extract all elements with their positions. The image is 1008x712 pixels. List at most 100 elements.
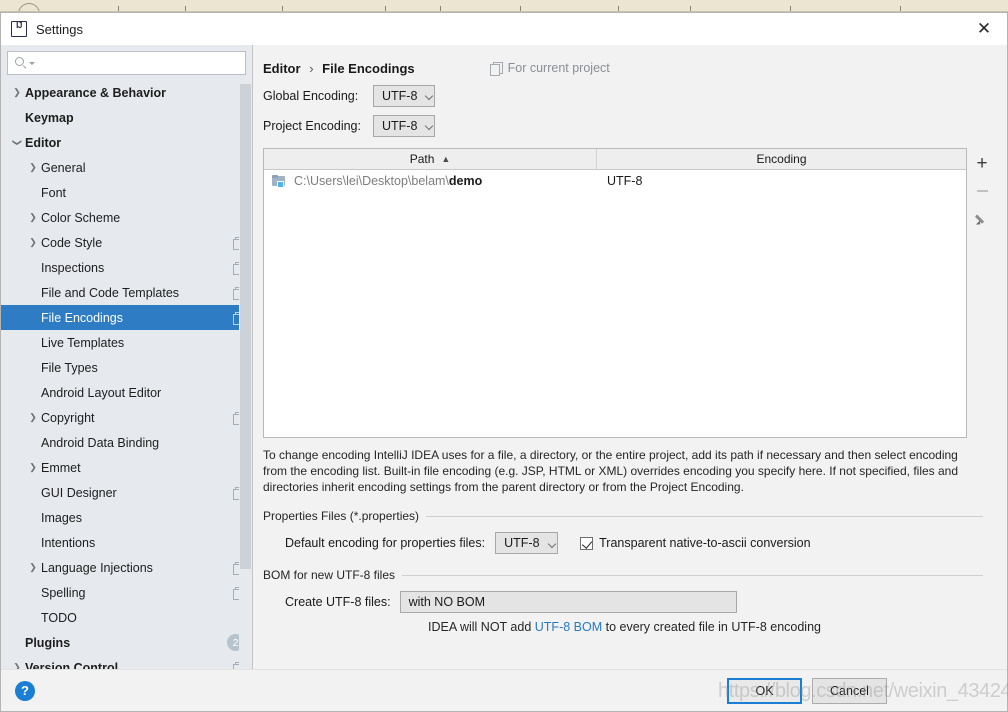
global-encoding-label: Global Encoding: xyxy=(263,88,359,103)
settings-sidebar: ❯ Appearance & Behavior Keymap ❯ Editor ❯ Gene… xyxy=(1,45,253,669)
sidebar-item-keymap[interactable]: Keymap xyxy=(1,105,252,130)
create-utf8-files-row: Create UTF-8 files: with NO BOM xyxy=(285,591,997,613)
sidebar-item-general[interactable]: ❯ General xyxy=(1,155,252,180)
sidebar-item-color-scheme[interactable]: ❯ Color Scheme xyxy=(1,205,252,230)
table-cell-encoding[interactable]: UTF-8 xyxy=(597,174,966,188)
table-cell-path-prefix: C:\Users\lei\Desktop\belam\ xyxy=(294,174,449,188)
global-encoding-dropdown[interactable]: UTF-8 xyxy=(373,84,435,107)
table-cell-path-leaf: demo xyxy=(448,174,483,188)
search-input[interactable] xyxy=(35,53,245,73)
chevron-right-icon[interactable]: ❯ xyxy=(25,162,41,173)
table-column-header-encoding-label: Encoding xyxy=(756,152,807,166)
create-utf8-files-dropdown[interactable]: with NO BOM xyxy=(399,591,737,613)
scope-hint-label: For current project xyxy=(507,61,610,75)
settings-tree-items: ❯ Appearance & Behavior Keymap ❯ Editor ❯ Gene… xyxy=(1,80,252,669)
sidebar-item-editor[interactable]: ❯ Editor xyxy=(1,130,252,155)
table-row[interactable]: C:\Users\lei\Desktop\belam\ demo UTF-8 xyxy=(264,170,966,192)
project-encoding-dropdown[interactable]: UTF-8 xyxy=(373,114,435,137)
global-encoding-row: Global Encoding: UTF-8 xyxy=(263,82,997,109)
settings-dialog: Settings ✕ ❯Appearance & BehaviorKeymap❯… xyxy=(0,12,1008,712)
sidebar-item-plugins[interactable]: Plugins 2 xyxy=(1,630,252,655)
sidebar-item-file-encodings[interactable]: File Encodings xyxy=(1,305,252,330)
chevron-down-icon xyxy=(425,121,434,130)
breadcrumb-parent[interactable]: Editor xyxy=(263,61,301,76)
sidebar-item-gui-designer[interactable]: GUI Designer xyxy=(1,480,252,505)
sidebar-item-inspections[interactable]: Inspections xyxy=(1,255,252,280)
sidebar-item-label: Spelling xyxy=(41,585,86,600)
sidebar-item-emmet[interactable]: ❯ Emmet xyxy=(1,455,252,480)
bom-group-content: Create UTF-8 files: with NO BOM IDEA wil… xyxy=(263,582,997,634)
table-column-header-path[interactable]: Path ▲ xyxy=(264,149,597,169)
default-properties-encoding-dropdown[interactable]: UTF-8 xyxy=(495,532,559,554)
properties-files-group-content: Default encoding for properties files: U… xyxy=(263,523,997,554)
sidebar-item-appearance-behavior[interactable]: ❯ Appearance & Behavior xyxy=(1,80,252,105)
default-properties-encoding-row: Default encoding for properties files: U… xyxy=(285,532,997,554)
bom-group-title: BOM for new UTF-8 files xyxy=(263,568,396,582)
sidebar-item-label: Android Data Binding xyxy=(41,435,160,450)
sidebar-item-label: Appearance & Behavior xyxy=(25,85,167,100)
properties-files-group-header: Properties Files (*.properties) xyxy=(263,509,997,523)
transparent-native-to-ascii-checkbox[interactable]: Transparent native-to-ascii conversion xyxy=(580,536,811,550)
properties-files-group: Properties Files (*.properties) Default … xyxy=(263,509,997,554)
sidebar-item-version-control[interactable]: ❯ Version Control xyxy=(1,655,252,669)
sidebar-item-language-injections[interactable]: ❯ Language Injections xyxy=(1,555,252,580)
sidebar-item-label: GUI Designer xyxy=(41,485,117,500)
bom-note-prefix: IDEA will NOT add xyxy=(428,620,535,634)
sidebar-item-intentions[interactable]: Intentions xyxy=(1,530,252,555)
project-encoding-row: Project Encoding: UTF-8 xyxy=(263,112,997,139)
chevron-down-icon[interactable]: ❯ xyxy=(12,135,23,151)
bom-group: BOM for new UTF-8 files Create UTF-8 fil… xyxy=(263,568,997,634)
breadcrumb: Editor › File Encodings xyxy=(263,61,415,76)
chevron-right-icon[interactable]: ❯ xyxy=(25,562,41,573)
help-icon[interactable]: ? xyxy=(15,680,35,701)
chevron-right-icon[interactable]: ❯ xyxy=(25,412,41,423)
utf8-bom-link[interactable]: UTF-8 BOM xyxy=(535,620,602,634)
table-body: C:\Users\lei\Desktop\belam\ demo UTF-8 xyxy=(264,170,966,437)
sidebar-item-label: Copyright xyxy=(41,410,95,425)
sidebar-item-label: Images xyxy=(41,510,82,525)
sidebar-item-label: File and Code Templates xyxy=(41,285,180,300)
search-field[interactable] xyxy=(7,51,246,75)
sidebar-item-font[interactable]: Font xyxy=(1,180,252,205)
table-side-toolbar: + xyxy=(967,148,997,438)
create-utf8-files-value: with NO BOM xyxy=(408,595,485,609)
sidebar-item-file-types[interactable]: File Types xyxy=(1,355,252,380)
encodings-description: To change encoding IntelliJ IDEA uses fo… xyxy=(263,448,959,494)
table-header-row: Path ▲ Encoding xyxy=(264,149,966,170)
sidebar-scrollbar[interactable] xyxy=(239,80,252,669)
cancel-button[interactable]: Cancel xyxy=(812,678,887,704)
remove-row-button[interactable] xyxy=(968,177,996,205)
sort-ascending-icon: ▲ xyxy=(441,154,451,164)
sidebar-item-label: General xyxy=(41,160,86,175)
sidebar-item-file-and-code-templates[interactable]: File and Code Templates xyxy=(1,280,252,305)
edit-row-button[interactable] xyxy=(968,205,996,233)
ok-button[interactable]: OK xyxy=(727,678,802,704)
chevron-right-icon[interactable]: ❯ xyxy=(9,87,25,98)
sidebar-item-live-templates[interactable]: Live Templates xyxy=(1,330,252,355)
intellij-idea-logo-icon xyxy=(11,21,27,37)
chevron-right-icon[interactable]: ❯ xyxy=(25,212,41,223)
add-row-button[interactable]: + xyxy=(968,149,996,177)
table-column-header-encoding[interactable]: Encoding xyxy=(597,149,966,169)
sidebar-item-images[interactable]: Images xyxy=(1,505,252,530)
sidebar-scrollbar-thumb[interactable] xyxy=(240,84,251,569)
sidebar-item-android-data-binding[interactable]: Android Data Binding xyxy=(1,430,252,455)
transparent-native-to-ascii-label: Transparent native-to-ascii conversion xyxy=(599,536,811,550)
close-icon[interactable]: ✕ xyxy=(961,13,1007,45)
sidebar-item-copyright[interactable]: ❯ Copyright xyxy=(1,405,252,430)
sidebar-item-todo[interactable]: TODO xyxy=(1,605,252,630)
sidebar-item-code-style[interactable]: ❯ Code Style xyxy=(1,230,252,255)
sidebar-item-spelling[interactable]: Spelling xyxy=(1,580,252,605)
bom-group-header: BOM for new UTF-8 files xyxy=(263,568,997,582)
search-icon xyxy=(14,56,28,70)
chevron-right-icon[interactable]: ❯ xyxy=(25,462,41,473)
project-encoding-value: UTF-8 xyxy=(382,118,418,133)
chevron-right-icon[interactable]: ❯ xyxy=(9,662,25,669)
sidebar-item-label: Keymap xyxy=(25,110,74,125)
sidebar-item-label: Intentions xyxy=(41,535,96,550)
sidebar-item-label: File Encodings xyxy=(41,310,123,325)
bom-note: IDEA will NOT add UTF-8 BOM to every cre… xyxy=(428,620,997,634)
chevron-right-icon[interactable]: ❯ xyxy=(25,237,41,248)
sidebar-item-android-layout-editor[interactable]: Android Layout Editor xyxy=(1,380,252,405)
default-properties-encoding-label: Default encoding for properties files: xyxy=(285,536,486,550)
